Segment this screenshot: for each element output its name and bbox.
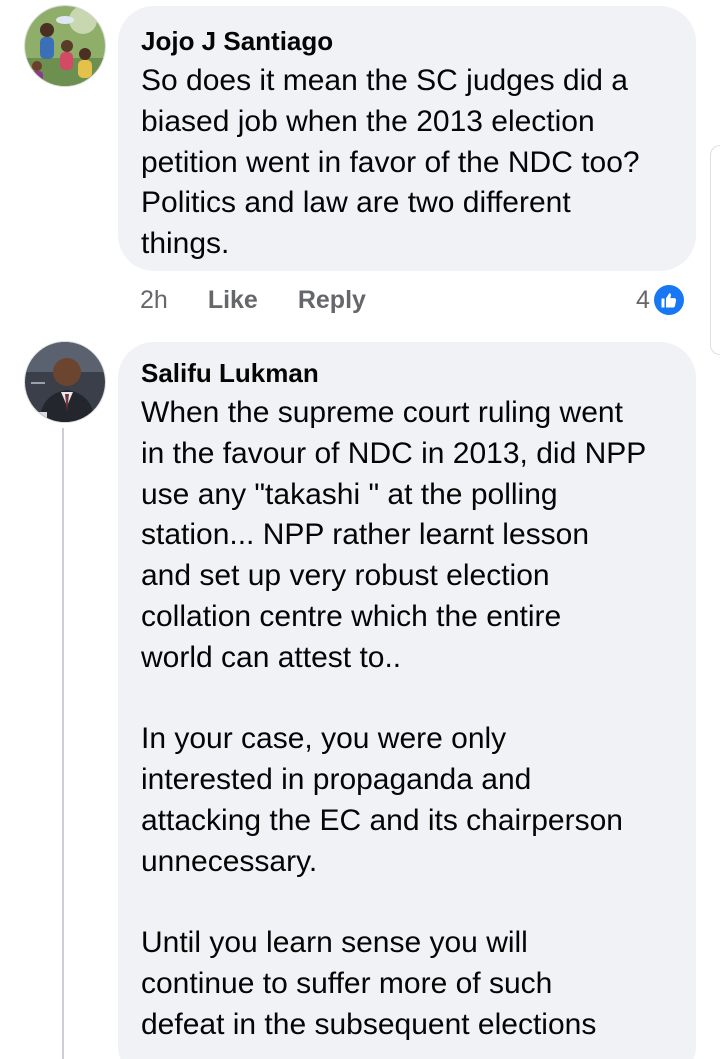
- reply-thread-line: [62, 428, 64, 1059]
- commenter-avatar[interactable]: [24, 341, 106, 423]
- comment-bubble: Jojo J Santiago So does it mean the SC j…: [118, 6, 696, 271]
- comments-thread: Jojo J Santiago So does it mean the SC j…: [0, 0, 720, 1059]
- comment-bubble: Salifu Lukman When the supreme court rul…: [118, 342, 696, 1059]
- reaction-summary[interactable]: 4: [636, 282, 684, 318]
- comment-author-name[interactable]: Jojo J Santiago: [141, 25, 672, 57]
- reaction-count: 4: [636, 285, 650, 314]
- comment-text: So does it mean the SC judges did a bias…: [141, 64, 640, 261]
- comment-actions: 2h Like Reply: [140, 282, 406, 318]
- comment-timestamp[interactable]: 2h: [140, 286, 168, 315]
- scroll-handle[interactable]: [710, 145, 720, 355]
- profile-avatar-icon: [25, 6, 105, 86]
- comment-author-name[interactable]: Salifu Lukman: [141, 357, 672, 389]
- like-button[interactable]: Like: [208, 286, 258, 315]
- profile-avatar-icon: [25, 342, 105, 422]
- commenter-avatar[interactable]: [24, 5, 106, 87]
- reply-button[interactable]: Reply: [298, 286, 366, 315]
- thumbs-up-icon: [653, 285, 684, 315]
- comment-text: When the supreme court ruling went in th…: [141, 396, 647, 1041]
